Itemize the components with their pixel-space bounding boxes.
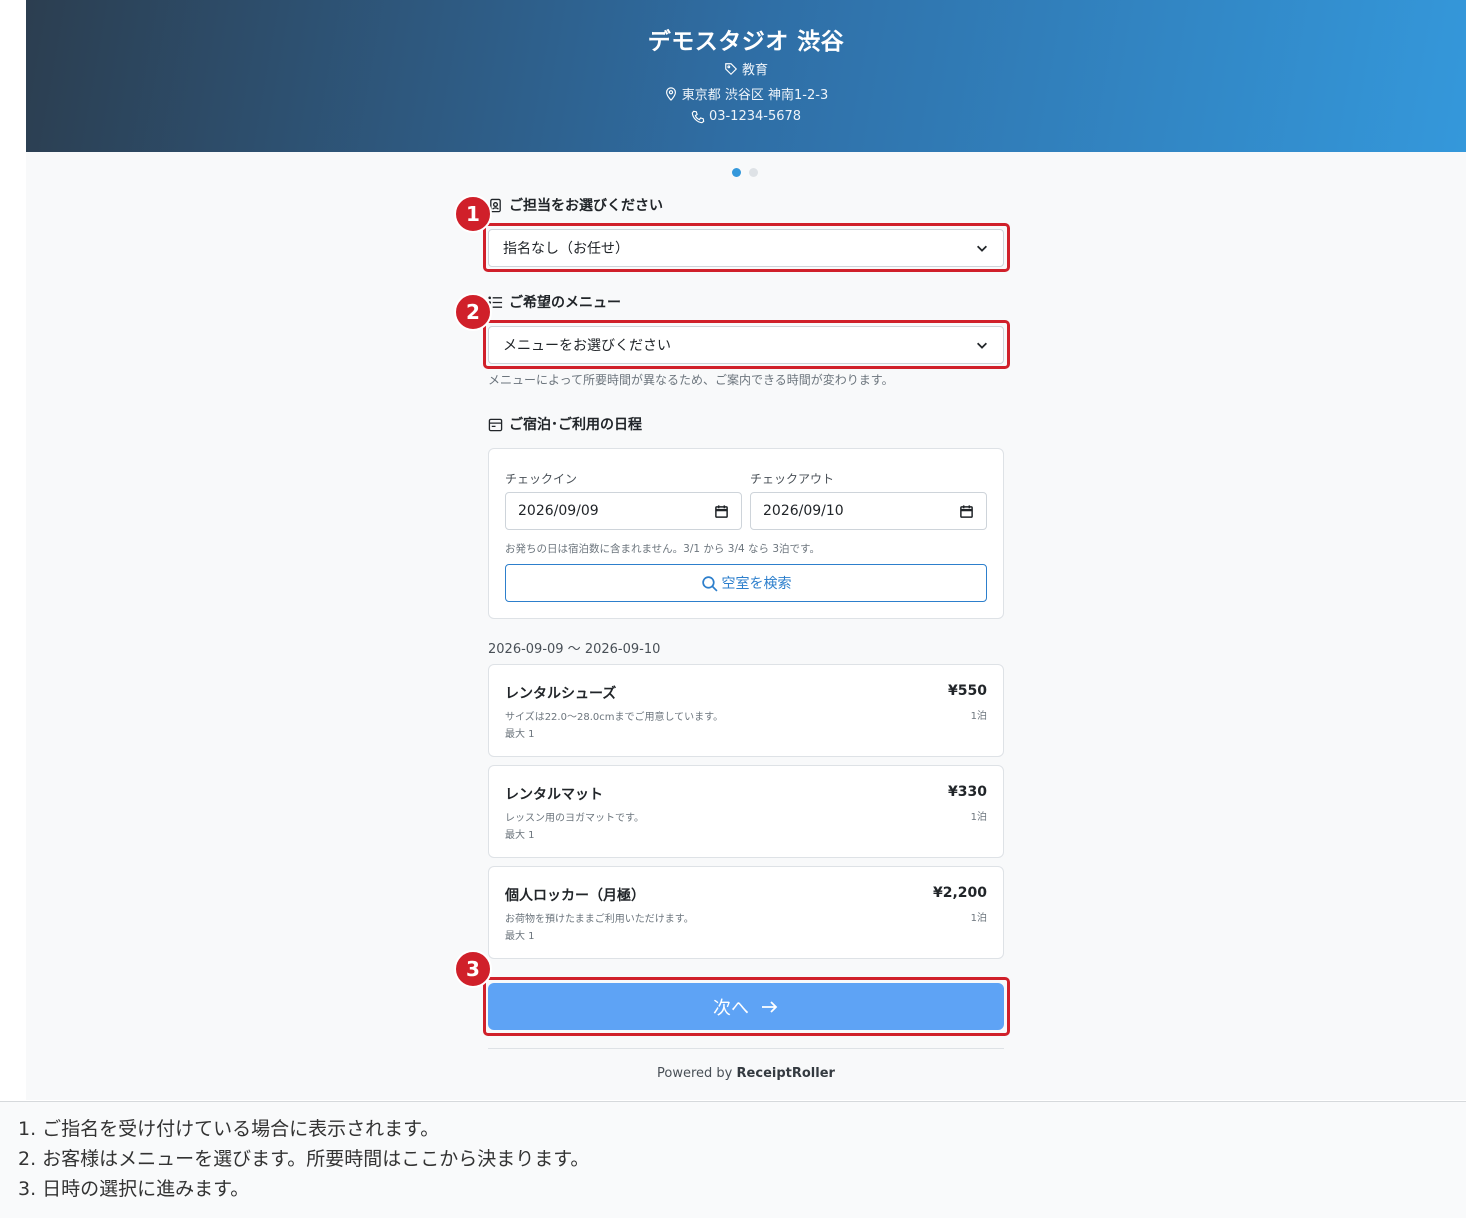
checkin-label: チェックイン [505, 472, 578, 486]
item-price: ¥550 [948, 683, 987, 699]
annotation-badge-3: 3 [454, 950, 492, 988]
item-description: サイズは22.0〜28.0cmまでご用意しています。 [505, 712, 724, 723]
item-max: 最大 1 [505, 931, 535, 942]
carousel-dot-active[interactable] [732, 168, 741, 177]
menu-label: ご希望のメニュー [488, 292, 1004, 312]
highlight-box-2 [483, 320, 1010, 369]
store-title: デモスタジオ 渋谷 [647, 29, 845, 55]
store-category: 教育 [26, 59, 1466, 78]
item-unit: 1泊 [970, 812, 987, 823]
item-description: レッスン用のヨガマットです。 [505, 813, 644, 824]
map-pin-icon [665, 86, 676, 101]
highlight-box-3 [483, 977, 1010, 1036]
item-max: 最大 1 [505, 830, 535, 841]
option-item[interactable]: レンタルシューズ サイズは22.0〜28.0cmまでご用意しています。 最大 1… [488, 664, 1004, 757]
search-vacancy-label: 空室を検索 [721, 576, 792, 592]
carousel-indicator [732, 168, 758, 177]
nights-note: お発ちの日は宿泊数に含まれません。3/1 から 3/4 なら 3泊です。 [505, 543, 820, 555]
date-picker-card: チェックイン 2026/09/09 チェックアウト 2026/09/10 お発ち… [488, 448, 1004, 619]
schedule-label: ご宿泊･ご利用の日程 [488, 414, 1004, 434]
calendar-icon[interactable] [959, 504, 974, 519]
staff-label-text: ご担当をお選びください [509, 198, 663, 214]
checkout-value: 2026/09/10 [763, 503, 844, 519]
item-name: レンタルマット [505, 787, 603, 803]
annotation-notes: 1. ご指名を受け付けている場合に表示されます。 2. お客様はメニューを選びま… [0, 1101, 1466, 1218]
staff-label: ご担当をお選びください [488, 195, 1004, 215]
booking-page: デモスタジオ 渋谷 教育 東京都 渋谷区 神南1-2-3 03-1234-567… [26, 0, 1466, 1100]
checkin-value: 2026/09/09 [518, 503, 599, 519]
item-unit: 1泊 [970, 913, 987, 924]
highlight-box-1 [483, 223, 1010, 272]
search-icon [701, 575, 718, 592]
item-max: 最大 1 [505, 729, 535, 740]
checkout-label: チェックアウト [750, 472, 835, 486]
checkin-input[interactable]: 2026/09/09 [505, 492, 742, 530]
note-1: 1. ご指名を受け付けている場合に表示されます。 [18, 1118, 440, 1140]
note-2: 2. お客様はメニューを選びます。所要時間はここから決まります。 [18, 1148, 590, 1170]
annotation-badge-2: 2 [454, 293, 492, 331]
item-price: ¥330 [948, 784, 987, 800]
tag-icon [725, 62, 738, 75]
option-item[interactable]: 個人ロッカー（月極） お荷物を預けたままご利用いただけます。 最大 1 ¥2,2… [488, 866, 1004, 959]
menu-hint: メニューによって所要時間が異なるため、ご案内できる時間が変わります。 [488, 373, 894, 387]
item-name: 個人ロッカー（月極） [505, 888, 645, 904]
calendar-icon [488, 418, 503, 431]
powered-by: Powered by ReceiptRoller [26, 1066, 1466, 1081]
phone-icon [691, 110, 705, 123]
store-header: デモスタジオ 渋谷 教育 東京都 渋谷区 神南1-2-3 03-1234-567… [26, 0, 1466, 152]
schedule-label-text: ご宿泊･ご利用の日程 [509, 417, 642, 433]
footer-divider [488, 1048, 1004, 1049]
selected-date-range: 2026-09-09 〜 2026-09-10 [488, 642, 661, 657]
annotation-badge-1: 1 [454, 195, 492, 233]
item-price: ¥2,200 [932, 885, 987, 901]
item-name: レンタルシューズ [505, 686, 617, 702]
option-item[interactable]: レンタルマット レッスン用のヨガマットです。 最大 1 ¥330 1泊 [488, 765, 1004, 858]
item-description: お荷物を預けたままご利用いただけます。 [505, 914, 694, 925]
phone-text: 03-1234-5678 [708, 109, 802, 124]
store-address: 東京都 渋谷区 神南1-2-3 [26, 84, 1466, 103]
carousel-dot[interactable] [749, 168, 758, 177]
powered-prefix: Powered by [657, 1066, 733, 1081]
address-text: 東京都 渋谷区 神南1-2-3 [681, 88, 829, 103]
search-vacancy-button[interactable]: 空室を検索 [505, 564, 987, 602]
checkout-input[interactable]: 2026/09/10 [750, 492, 987, 530]
category-text: 教育 [741, 63, 768, 78]
brand-link[interactable]: ReceiptRoller [737, 1066, 835, 1081]
item-unit: 1泊 [970, 711, 987, 722]
note-3: 3. 日時の選択に進みます。 [18, 1178, 250, 1200]
calendar-icon[interactable] [714, 504, 729, 519]
menu-label-text: ご希望のメニュー [509, 295, 621, 311]
store-phone[interactable]: 03-1234-5678 [26, 109, 1466, 124]
